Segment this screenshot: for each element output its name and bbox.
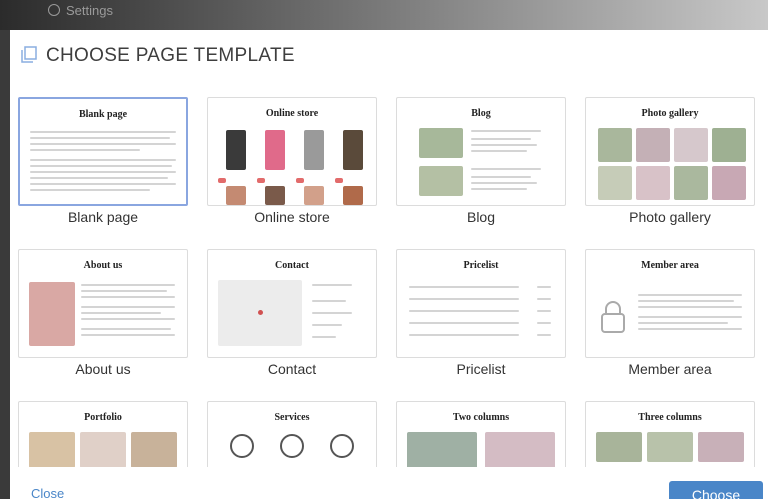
thumbnail-title: Three columns (638, 412, 702, 423)
template-thumbnail: Blank page (18, 97, 188, 206)
service-icon (230, 434, 254, 458)
background-page: Settings (0, 0, 768, 30)
service-icon (280, 434, 304, 458)
thumbnail-title: Photo gallery (641, 108, 699, 119)
thumbnail-title: Member area (641, 260, 699, 271)
behind-settings-label: Settings (66, 3, 113, 18)
template-thumbnail: Two columns (396, 401, 566, 467)
template-thumbnail: Photo gallery (585, 97, 755, 206)
template-thumbnail: Contact (207, 249, 377, 358)
template-thumbnail: Portfolio (18, 401, 188, 467)
thumbnail-title: Online store (265, 108, 319, 119)
dialog-title: CHOOSE PAGE TEMPLATE (46, 45, 295, 66)
thumbnail-title: Portfolio (84, 412, 122, 423)
lock-icon (601, 301, 625, 333)
template-thumbnail: Member area (585, 249, 755, 358)
template-label: Photo gallery (629, 209, 711, 225)
template-label: Blank page (67, 209, 139, 225)
pages-icon (21, 46, 37, 63)
close-button[interactable]: Close (31, 486, 64, 499)
thumbnail-title: Two columns (452, 412, 510, 423)
template-thumbnail: Three columns (585, 401, 755, 467)
template-grid: Blank page Blank page Online store Onlin… (18, 97, 762, 467)
template-thumbnail: Services (207, 401, 377, 467)
thumbnail-title: Contact (275, 260, 309, 271)
thumbnail-title: About us (83, 260, 123, 271)
choose-button[interactable]: Choose (669, 481, 763, 499)
gear-icon (48, 4, 60, 16)
template-label: Pricelist (456, 361, 506, 377)
template-label: Member area (628, 361, 712, 377)
template-label: Online store (254, 209, 330, 225)
template-thumbnail: Online store (207, 97, 377, 206)
thumbnail-title: Pricelist (463, 260, 499, 271)
template-label: Contact (267, 361, 317, 377)
template-label: Blog (466, 209, 496, 225)
template-thumbnail: Blog (396, 97, 566, 206)
template-label: About us (75, 361, 131, 377)
thumbnail-title: Blank page (78, 109, 128, 120)
choose-template-dialog: CHOOSE PAGE TEMPLATE Blank page Blank pa… (10, 30, 768, 499)
service-icon (330, 434, 354, 458)
dialog-header: CHOOSE PAGE TEMPLATE (10, 30, 768, 82)
thumbnail-title: Services (274, 412, 310, 423)
template-thumbnail: Pricelist (396, 249, 566, 358)
template-thumbnail: About us (18, 249, 188, 358)
thumbnail-title: Blog (471, 108, 491, 119)
